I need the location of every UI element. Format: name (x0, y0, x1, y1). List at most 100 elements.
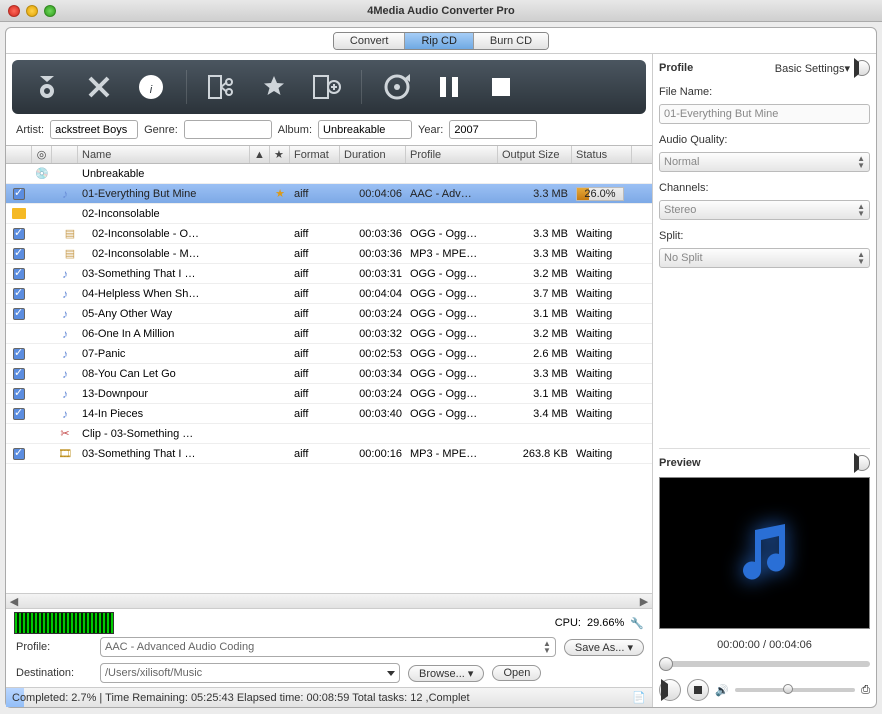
table-row[interactable]: 💿Unbreakable (6, 164, 652, 184)
size-cell: 3.1 MB (498, 388, 572, 400)
col-status[interactable]: Status (572, 146, 632, 163)
scroll-left-icon[interactable]: ◀ (6, 595, 22, 608)
zoom-button[interactable] (44, 5, 56, 17)
remove-icon[interactable] (82, 70, 116, 104)
table-row[interactable]: 02-Inconsolable (6, 204, 652, 224)
size-cell: 263.8 KB (498, 448, 572, 460)
row-checkbox[interactable] (13, 348, 25, 360)
channels-select[interactable]: Stereo▲▼ (659, 200, 870, 220)
next-icon[interactable] (854, 60, 870, 76)
profile-cell: OGG - Ogg… (406, 308, 498, 320)
scroll-right-icon[interactable]: ▶ (636, 595, 652, 608)
wrench-icon[interactable]: 🔧 (630, 617, 644, 630)
music-file-icon: ♪ (62, 367, 68, 381)
browse-button[interactable]: Browse... ▾ (408, 665, 484, 682)
table-row[interactable]: ♪04-Helpless When Sh…aiff00:04:04OGG - O… (6, 284, 652, 304)
album-input[interactable] (318, 120, 412, 139)
genre-input[interactable] (184, 120, 272, 139)
col-profile[interactable]: Profile (406, 146, 498, 163)
metadata-fields: Artist: Genre: Album: Year: (6, 120, 652, 145)
status-cell: Waiting (572, 248, 632, 260)
profile-cell: MP3 - MPE… (406, 248, 498, 260)
table-row[interactable]: ♪05-Any Other Wayaiff00:03:24OGG - Ogg…3… (6, 304, 652, 324)
size-cell: 3.3 MB (498, 248, 572, 260)
size-cell: 3.3 MB (498, 188, 572, 200)
profile-cell: OGG - Ogg… (406, 288, 498, 300)
format-cell: aiff (290, 388, 340, 400)
row-checkbox[interactable] (13, 288, 25, 300)
status-cell: Waiting (572, 268, 632, 280)
row-checkbox[interactable] (13, 228, 25, 240)
stop-icon[interactable] (484, 70, 518, 104)
destination-label: Destination: (16, 667, 92, 679)
music-file-icon: ♪ (62, 387, 68, 401)
rip-action-icon[interactable] (380, 70, 414, 104)
row-checkbox[interactable] (13, 308, 25, 320)
row-checkbox[interactable] (13, 268, 25, 280)
table-row[interactable]: 🎞03-Something That I …aiff00:00:16MP3 - … (6, 444, 652, 464)
preview-pane (659, 477, 870, 629)
destination-combo[interactable]: /Users/xilisoft/Music (100, 663, 400, 683)
row-checkbox[interactable] (13, 388, 25, 400)
row-checkbox[interactable] (13, 408, 25, 420)
row-checkbox[interactable] (13, 448, 25, 460)
info-icon[interactable]: i (134, 70, 168, 104)
load-cd-icon[interactable] (30, 70, 64, 104)
row-checkbox[interactable] (13, 368, 25, 380)
column-headers[interactable]: ◎ Name ▲★ Format Duration Profile Output… (6, 146, 652, 164)
col-name[interactable]: Name (82, 149, 111, 161)
window-title: 4Media Audio Converter Pro (367, 5, 515, 17)
artist-input[interactable] (50, 120, 138, 139)
profile-combo[interactable]: AAC - Advanced Audio Coding▲▼ (100, 637, 556, 657)
size-cell: 3.3 MB (498, 368, 572, 380)
table-row[interactable]: ▤02-Inconsolable - O…aiff00:03:36OGG - O… (6, 224, 652, 244)
preview-seek-slider[interactable] (659, 661, 870, 667)
table-row[interactable]: ♪01-Everything But Mine★aiff00:04:06AAC … (6, 184, 652, 204)
horizontal-scrollbar[interactable]: ◀ ▶ (6, 593, 652, 609)
effects-star-icon[interactable] (257, 70, 291, 104)
row-checkbox[interactable] (13, 248, 25, 260)
table-row[interactable]: ♪08-You Can Let Goaiff00:03:34OGG - Ogg…… (6, 364, 652, 384)
basic-settings-dropdown[interactable]: Basic Settings▾ (775, 62, 850, 75)
table-row[interactable]: ♪06-One In A Millionaiff00:03:32OGG - Og… (6, 324, 652, 344)
preview-expand-icon[interactable] (854, 455, 870, 471)
add-profile-icon[interactable] (309, 70, 343, 104)
row-checkbox[interactable] (13, 188, 25, 200)
track-name: 04-Helpless When Sh… (78, 288, 250, 300)
snapshot-icon[interactable]: ⎙ (861, 684, 870, 697)
table-row[interactable]: ♪03-Something That I …aiff00:03:31OGG - … (6, 264, 652, 284)
log-icon[interactable]: 📄 (632, 691, 646, 704)
open-button[interactable]: Open (492, 665, 541, 681)
table-row[interactable]: ✂Clip - 03-Something … (6, 424, 652, 444)
track-list: ◎ Name ▲★ Format Duration Profile Output… (6, 145, 652, 593)
mode-tabs: Convert Rip CD Burn CD (6, 28, 876, 54)
duration-cell: 00:03:32 (340, 328, 406, 340)
status-bar: Completed: 2.7% | Time Remaining: 05:25:… (6, 687, 652, 707)
split-select[interactable]: No Split▲▼ (659, 248, 870, 268)
size-cell: 3.1 MB (498, 308, 572, 320)
table-row[interactable]: ♪14-In Piecesaiff00:03:40OGG - Ogg…3.4 M… (6, 404, 652, 424)
clip-icon[interactable] (205, 70, 239, 104)
tab-burn-cd[interactable]: Burn CD (474, 33, 548, 49)
filename-input[interactable] (659, 104, 870, 124)
pause-icon[interactable] (432, 70, 466, 104)
format-cell: aiff (290, 408, 340, 420)
col-format[interactable]: Format (290, 146, 340, 163)
col-duration[interactable]: Duration (340, 146, 406, 163)
status-cell: Waiting (572, 328, 632, 340)
table-row[interactable]: ♪07-Panicaiff00:02:53OGG - Ogg…2.6 MBWai… (6, 344, 652, 364)
save-as-button[interactable]: Save As... ▾ (564, 639, 644, 656)
minimize-button[interactable] (26, 5, 38, 17)
table-row[interactable]: ▤02-Inconsolable - M…aiff00:03:36MP3 - M… (6, 244, 652, 264)
tab-convert[interactable]: Convert (334, 33, 406, 49)
play-button[interactable] (659, 679, 681, 701)
volume-slider[interactable] (735, 688, 855, 692)
tab-rip-cd[interactable]: Rip CD (405, 33, 473, 49)
audio-quality-select[interactable]: Normal▲▼ (659, 152, 870, 172)
table-row[interactable]: ♪13-Downpouraiff00:03:24OGG - Ogg…3.1 MB… (6, 384, 652, 404)
close-button[interactable] (8, 5, 20, 17)
stop-preview-button[interactable] (687, 679, 709, 701)
col-output-size[interactable]: Output Size (498, 146, 572, 163)
year-input[interactable] (449, 120, 537, 139)
volume-icon[interactable]: 🔊 (715, 684, 729, 697)
